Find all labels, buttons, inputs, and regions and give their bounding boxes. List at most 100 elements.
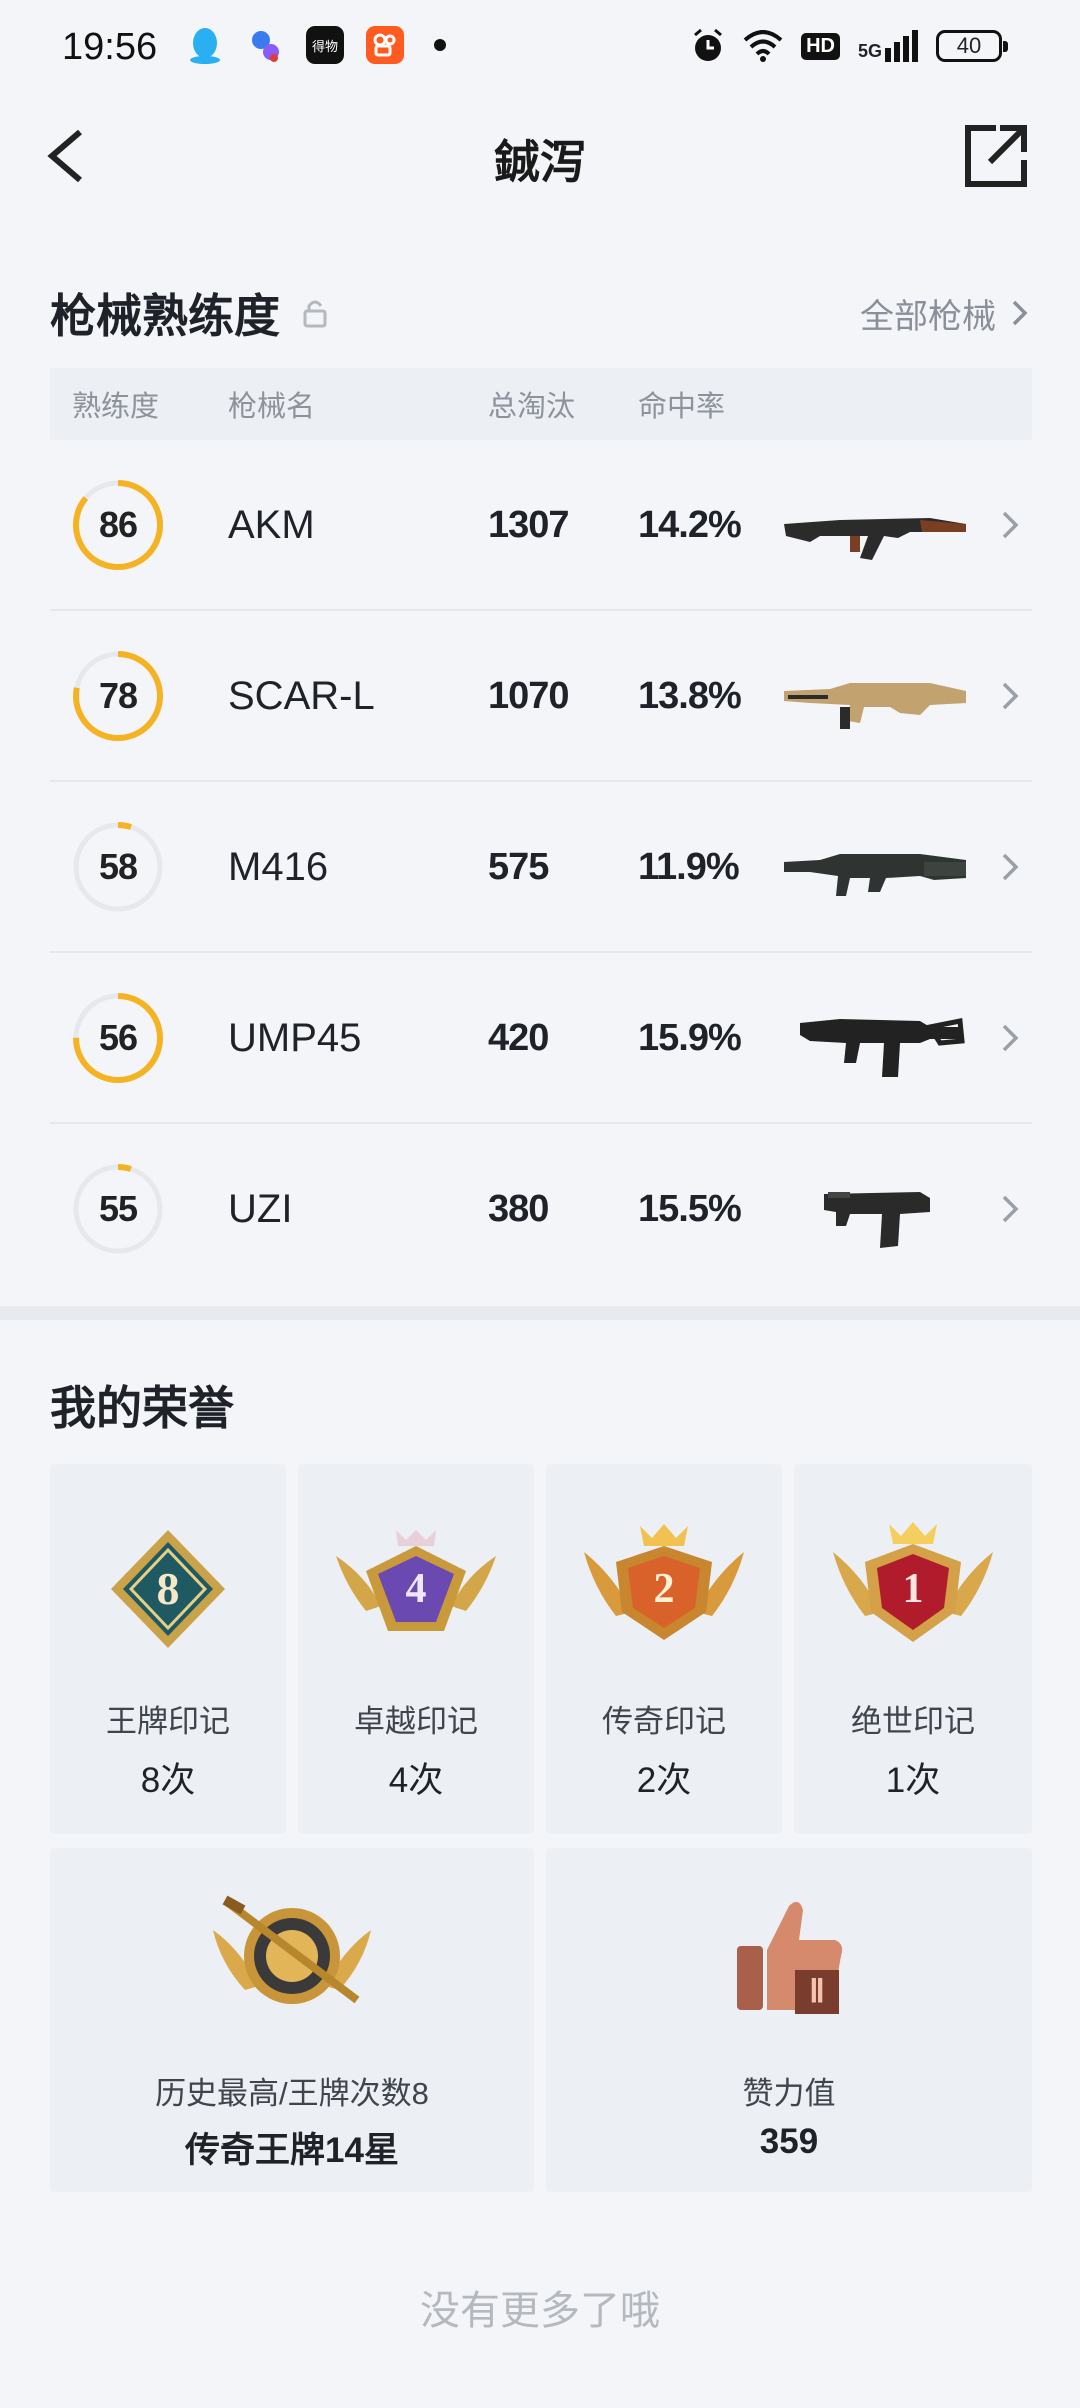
share-button[interactable] bbox=[960, 120, 1032, 192]
honor-count: 8次 bbox=[140, 1761, 196, 1800]
network-type: 5G bbox=[857, 41, 882, 61]
chevron-right-icon bbox=[1002, 511, 1019, 539]
accuracy: 15.5% bbox=[638, 1188, 742, 1230]
kuaishou-icon bbox=[366, 26, 404, 64]
honor-card-likes[interactable]: Ⅱ 赞力值 359 bbox=[546, 1848, 1032, 2192]
honor-card-ace[interactable]: 8 王牌印记 8次 bbox=[50, 1464, 286, 1834]
battery-icon: 40 bbox=[936, 30, 1008, 62]
status-indicators: HD 5G 40 bbox=[691, 28, 1008, 64]
signal-icon: 5G bbox=[858, 30, 918, 62]
honor-card-excellence[interactable]: 4 卓越印记 4次 bbox=[298, 1464, 534, 1834]
weapon-row[interactable]: 56 UMP45 420 15.9% bbox=[50, 953, 1032, 1124]
chevron-right-icon bbox=[1002, 1024, 1019, 1052]
weapon-row[interactable]: 55 UZI 380 15.5% bbox=[50, 1124, 1032, 1295]
honor-label: 王牌印记 bbox=[106, 1704, 230, 1739]
section-title-honors: 我的荣誉 bbox=[50, 1382, 234, 1434]
legend-mark-badge-icon: 2 bbox=[584, 1524, 744, 1640]
total-kills: 420 bbox=[488, 1017, 549, 1059]
honor-count: 4次 bbox=[388, 1761, 444, 1800]
highest-rank-badge-icon bbox=[213, 1895, 371, 2004]
weapon-rows: 86 AKM 1307 14.2% 78 SCAR-L 1070 13.8% 58 M416 575… bbox=[50, 440, 1032, 1295]
likes-value: 359 bbox=[759, 2122, 819, 2161]
mastery-value: 56 bbox=[98, 1017, 138, 1058]
mastery-value: 86 bbox=[98, 504, 138, 545]
akm-rifle-icon bbox=[784, 518, 966, 560]
mastery-value: 55 bbox=[98, 1188, 138, 1229]
chat-app-icon bbox=[246, 26, 284, 64]
accuracy: 13.8% bbox=[638, 675, 742, 717]
thumbs-up-badge-icon: Ⅱ bbox=[737, 1901, 843, 2014]
honor-label: 绝世印记 bbox=[851, 1704, 975, 1739]
hd-badge: HD bbox=[801, 32, 840, 60]
chevron-right-icon bbox=[1002, 853, 1019, 881]
unlock-icon[interactable] bbox=[300, 298, 330, 328]
honors-header: 我的荣誉 bbox=[50, 1370, 1030, 1440]
accuracy: 11.9% bbox=[638, 846, 740, 888]
status-time: 19:56 bbox=[62, 26, 158, 68]
peerless-badge-number: 1 bbox=[903, 1566, 924, 1612]
total-kills: 1307 bbox=[488, 504, 570, 546]
ace-badge-number: 8 bbox=[157, 1563, 180, 1614]
wifi-icon bbox=[743, 30, 783, 62]
col-weapon-name: 枪械名 bbox=[228, 391, 316, 423]
uzi-smg-icon bbox=[824, 1192, 930, 1248]
weapon-row[interactable]: 58 M416 575 11.9% bbox=[50, 782, 1032, 953]
total-kills: 1070 bbox=[488, 675, 570, 717]
notification-dot-icon bbox=[434, 39, 446, 51]
honor-count: 2次 bbox=[636, 1761, 692, 1800]
honor-card-peerless[interactable]: 1 绝世印记 1次 bbox=[794, 1464, 1032, 1834]
honor-count: 1次 bbox=[885, 1761, 941, 1800]
alarm-icon bbox=[694, 28, 723, 61]
chevron-right-icon bbox=[1012, 300, 1028, 326]
table-header: 熟练度 枪械名 总淘汰 命中率 bbox=[50, 368, 1032, 440]
battery-level: 40 bbox=[956, 33, 982, 58]
total-kills: 380 bbox=[488, 1188, 549, 1230]
dewu-app-icon: 得物 bbox=[306, 26, 344, 64]
highest-rank-value: 传奇王牌14星 bbox=[185, 2131, 399, 2170]
mastery-value: 78 bbox=[98, 675, 138, 716]
status-bar: 19:56 得物 HD 5G 40 bbox=[0, 0, 1080, 96]
weapon-name: UMP45 bbox=[228, 1016, 362, 1060]
peerless-mark-badge-icon: 1 bbox=[833, 1522, 993, 1642]
honor-label: 传奇印记 bbox=[602, 1704, 726, 1739]
svg-text:Ⅱ: Ⅱ bbox=[809, 1973, 825, 2009]
all-weapons-label: 全部枪械 bbox=[860, 297, 996, 336]
col-accuracy: 命中率 bbox=[638, 391, 726, 423]
accuracy: 14.2% bbox=[638, 504, 742, 546]
scar-rifle-icon bbox=[784, 683, 966, 729]
total-kills: 575 bbox=[488, 846, 549, 888]
weapon-name: UZI bbox=[228, 1187, 293, 1231]
ace-mark-badge-icon: 8 bbox=[111, 1530, 225, 1648]
chevron-right-icon bbox=[1002, 1195, 1019, 1223]
section-title-weapons: 枪械熟练度 bbox=[50, 290, 280, 342]
highest-rank-label: 历史最高/王牌次数8 bbox=[155, 2076, 429, 2111]
honor-label: 卓越印记 bbox=[354, 1704, 478, 1739]
likes-label: 赞力值 bbox=[742, 2076, 836, 2111]
excellence-mark-badge-icon: 4 bbox=[336, 1530, 496, 1631]
weapon-mastery-table: 熟练度 枪械名 总淘汰 命中率 86 AKM 1307 14.2% 78 SCAR-L 10… bbox=[50, 368, 1032, 1295]
weapon-name: M416 bbox=[228, 845, 329, 889]
mastery-value: 58 bbox=[98, 846, 138, 887]
section-divider bbox=[0, 1306, 1080, 1320]
share-external-icon bbox=[965, 125, 1027, 187]
weapon-row[interactable]: 86 AKM 1307 14.2% bbox=[50, 440, 1032, 611]
status-app-icons: 得物 bbox=[186, 26, 446, 64]
ump45-smg-icon bbox=[800, 1018, 965, 1077]
col-total-kills: 总淘汰 bbox=[488, 391, 576, 423]
legend-badge-number: 2 bbox=[654, 1566, 675, 1612]
honor-card-legend[interactable]: 2 传奇印记 2次 bbox=[546, 1464, 782, 1834]
qq-icon bbox=[186, 26, 224, 64]
weapon-row[interactable]: 78 SCAR-L 1070 13.8% bbox=[50, 611, 1032, 782]
page-title: 鋮泻 bbox=[494, 136, 586, 188]
honor-card-highest-rank[interactable]: 历史最高/王牌次数8 传奇王牌14星 bbox=[50, 1848, 534, 2192]
excellence-badge-number: 4 bbox=[406, 1566, 427, 1612]
weapon-name: AKM bbox=[228, 503, 315, 547]
accuracy: 15.9% bbox=[638, 1017, 742, 1059]
no-more-text: 没有更多了哦 bbox=[420, 2289, 660, 2333]
page-header: 鋮泻 bbox=[0, 96, 1080, 216]
weapon-mastery-header: 枪械熟练度 全部枪械 bbox=[50, 278, 1030, 348]
all-weapons-link[interactable]: 全部枪械 bbox=[860, 289, 1030, 338]
weapon-name: SCAR-L bbox=[228, 674, 375, 718]
m416-rifle-icon bbox=[784, 854, 966, 896]
chevron-right-icon bbox=[1002, 682, 1019, 710]
